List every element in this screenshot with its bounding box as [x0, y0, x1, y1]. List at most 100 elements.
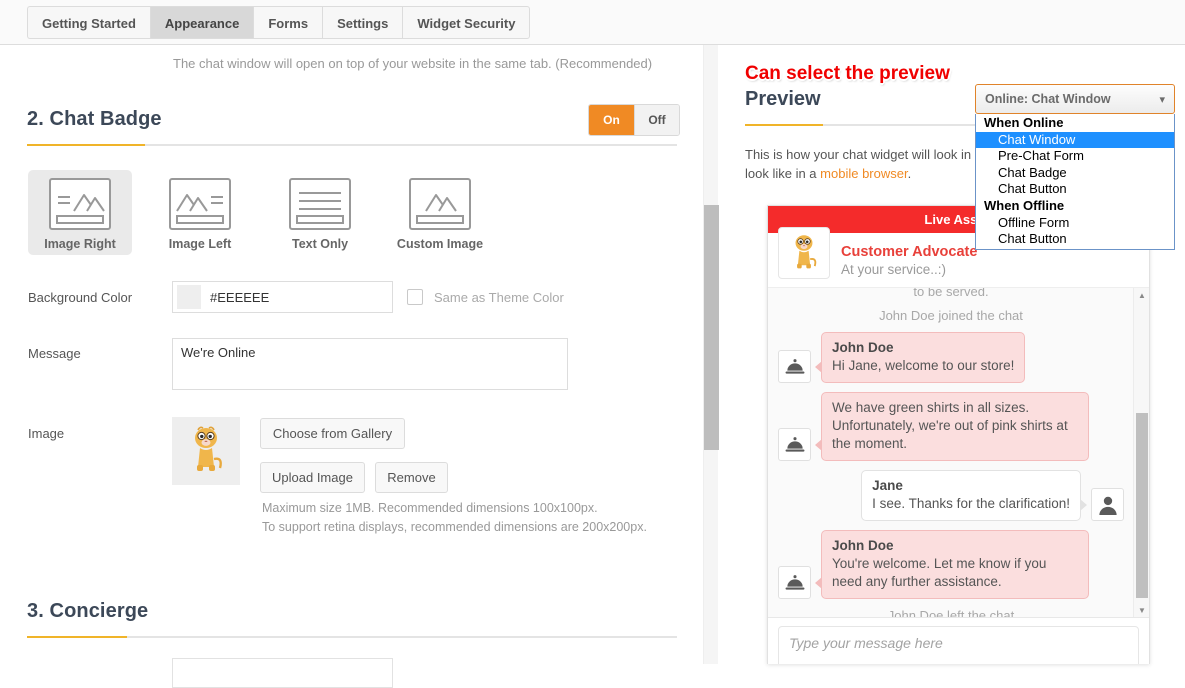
tab-getting-started[interactable]: Getting Started — [27, 6, 150, 39]
service-bell-icon — [785, 574, 804, 590]
image-hint-line-1: Maximum size 1MB. Recommended dimensions… — [262, 501, 598, 515]
badge-option-label: Custom Image — [396, 237, 484, 251]
system-message: John Doe joined the chat — [879, 308, 1023, 323]
section-divider-chat-badge — [27, 144, 677, 146]
widget-agent-avatar — [778, 227, 830, 279]
option-chat-button-offline[interactable]: Chat Button — [976, 231, 1174, 248]
widget-message-area: to be served. John Doe joined the chat J… — [768, 288, 1149, 618]
system-message: John Doe left the chat — [887, 608, 1015, 618]
widget-agent-name: Customer Advocate — [841, 243, 978, 260]
system-message: to be served. — [913, 288, 989, 299]
mountain-icon — [73, 194, 105, 212]
tab-settings[interactable]: Settings — [322, 6, 403, 39]
widget-input-area — [768, 618, 1149, 664]
message-sender: John Doe — [832, 538, 894, 553]
upload-image-button[interactable]: Upload Image — [260, 462, 365, 493]
remove-image-button[interactable]: Remove — [375, 462, 448, 493]
preview-mode-dropdown-list[interactable]: When Online Chat Window Pre-Chat Form Ch… — [975, 114, 1175, 250]
bell-icon — [778, 566, 811, 599]
tab-list: Getting Started Appearance Forms Setting… — [27, 6, 531, 39]
badge-option-custom-image[interactable]: Custom Image — [388, 170, 492, 255]
message-text: You're welcome. Let me know if you need … — [832, 556, 1047, 589]
agent-message-bubble: John Doe Hi Jane, welcome to our store! — [814, 332, 1026, 383]
same-as-theme-label: Same as Theme Color — [434, 290, 564, 305]
tab-forms[interactable]: Forms — [253, 6, 323, 39]
message-label: Message — [28, 346, 81, 361]
badge-image-preview — [172, 417, 240, 485]
widget-agent-info: Customer Advocate At your service..:) — [841, 244, 977, 277]
section-title-chat-badge: 2. Chat Badge — [27, 108, 162, 130]
badge-text-only-icon — [289, 178, 351, 230]
service-bell-icon — [785, 436, 804, 452]
user-message-bubble: Jane I see. Thanks for the clarification… — [861, 470, 1087, 521]
message-sender: John Doe — [832, 340, 894, 355]
option-pre-chat-form[interactable]: Pre-Chat Form — [976, 148, 1174, 165]
chevron-down-icon: ▾ — [1159, 93, 1165, 106]
widget-agent-tagline: At your service..:) — [841, 261, 947, 277]
same-as-theme-checkbox[interactable] — [407, 289, 423, 305]
preview-mode-select[interactable]: Online: Chat Window ▾ — [975, 84, 1175, 114]
background-color-input[interactable] — [201, 288, 392, 306]
image-label: Image — [28, 426, 65, 441]
agent-message-bubble: John Doe You're welcome. Let me know if … — [815, 530, 1089, 599]
toggle-off-button[interactable]: Off — [634, 105, 679, 135]
mountain-icon — [425, 194, 457, 212]
chat-message-row: John Doe Hi Jane, welcome to our store! — [778, 332, 1124, 383]
choose-from-gallery-button[interactable]: Choose from Gallery — [260, 418, 405, 449]
badge-image-right-icon — [49, 178, 111, 230]
badge-layout-options: Image Right Image Left Text Only Custom … — [28, 170, 492, 255]
service-bell-icon — [785, 358, 804, 374]
option-chat-button-online[interactable]: Chat Button — [976, 181, 1174, 198]
color-swatch[interactable] — [177, 285, 201, 309]
tab-widget-security[interactable]: Widget Security — [402, 6, 531, 39]
option-offline-form[interactable]: Offline Form — [976, 215, 1174, 232]
badge-custom-image-icon — [409, 178, 471, 230]
chat-widget-preview: Live Assist Customer Advocate At your se… — [767, 205, 1150, 664]
option-chat-badge[interactable]: Chat Badge — [976, 165, 1174, 182]
concierge-field-stub[interactable] — [172, 658, 393, 688]
optgroup-when-online: When Online — [984, 115, 1064, 130]
message-input[interactable] — [172, 338, 568, 390]
page-scrollbar[interactable] — [703, 45, 719, 664]
chat-message-row: Jane I see. Thanks for the clarification… — [778, 470, 1124, 521]
section-divider-concierge — [27, 636, 677, 638]
chat-scrollbar[interactable]: ▲ ▼ — [1133, 288, 1149, 617]
message-text: Hi Jane, welcome to our store! — [832, 358, 1015, 373]
badge-option-text-only[interactable]: Text Only — [268, 170, 372, 255]
chat-scrollbar-thumb[interactable] — [1136, 413, 1148, 598]
preview-description-end: . — [907, 166, 912, 181]
agent-message-bubble: We have green shirts in all sizes. Unfor… — [815, 392, 1089, 461]
chat-message-row: We have green shirts in all sizes. Unfor… — [778, 392, 1124, 461]
background-color-field[interactable] — [172, 281, 393, 313]
tab-bar: Getting Started Appearance Forms Setting… — [0, 0, 1185, 45]
badge-option-image-right[interactable]: Image Right — [28, 170, 132, 255]
mobile-browser-link[interactable]: mobile browser — [820, 166, 907, 181]
optgroup-when-offline: When Offline — [984, 197, 1065, 213]
preview-title: Preview — [745, 88, 821, 110]
person-icon — [1098, 496, 1117, 515]
preview-description: This is how your chat widget will look i… — [745, 145, 995, 183]
badge-image-left-icon — [169, 178, 231, 230]
mountain-icon — [176, 194, 208, 212]
lion-mascot-icon — [795, 235, 817, 269]
badge-option-label: Image Left — [168, 237, 232, 251]
chat-badge-toggle[interactable]: On Off — [588, 104, 680, 136]
chat-message-input[interactable] — [778, 626, 1139, 664]
toggle-on-button[interactable]: On — [589, 105, 634, 135]
badge-option-image-left[interactable]: Image Left — [148, 170, 252, 255]
scroll-down-arrow-icon[interactable]: ▼ — [1134, 603, 1149, 617]
badge-option-label: Image Right — [44, 237, 116, 251]
background-color-label: Background Color — [28, 290, 133, 305]
page-scrollbar-thumb[interactable] — [704, 205, 719, 450]
scroll-up-arrow-icon[interactable]: ▲ — [1134, 288, 1149, 303]
chat-message-row: John Doe You're welcome. Let me know if … — [778, 530, 1124, 599]
option-chat-window-online[interactable]: Chat Window — [976, 131, 1174, 149]
message-text: I see. Thanks for the clarification! — [872, 496, 1070, 511]
chat-window-note: The chat window will open on top of your… — [173, 56, 653, 71]
bell-icon — [778, 428, 811, 461]
message-text: We have green shirts in all sizes. Unfor… — [832, 400, 1068, 451]
user-avatar-icon — [1091, 488, 1124, 521]
annotation-can-select-the-preview: Can select the preview — [745, 63, 950, 84]
tab-appearance[interactable]: Appearance — [149, 6, 254, 39]
section-title-concierge: 3. Concierge — [27, 600, 149, 622]
